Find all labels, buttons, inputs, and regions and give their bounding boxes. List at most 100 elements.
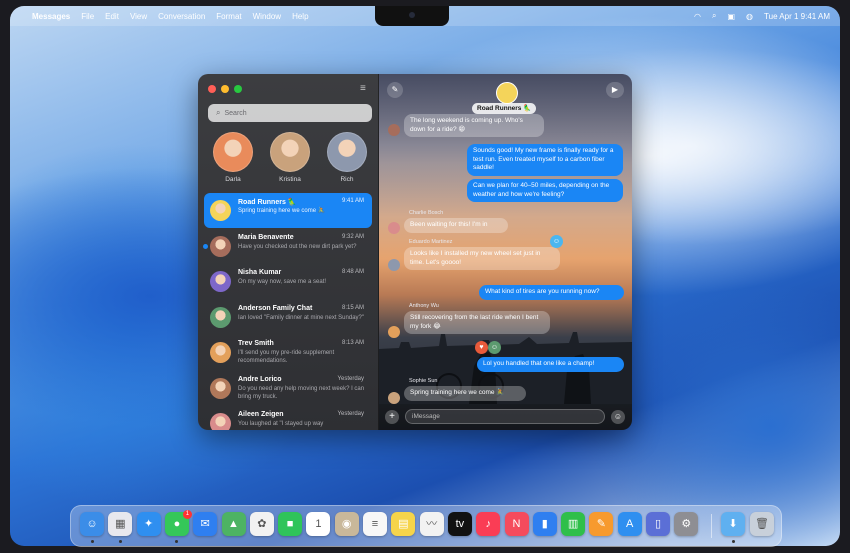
- message-bubble[interactable]: The long weekend is coming up. Who's dow…: [404, 114, 544, 137]
- group-avatar[interactable]: [496, 82, 518, 104]
- iphone-mirroring-icon[interactable]: ▯: [646, 512, 670, 536]
- app-store-icon[interactable]: A: [617, 512, 642, 536]
- message-input[interactable]: iMessage: [405, 409, 605, 424]
- apple-tv-icon[interactable]: tv: [447, 512, 472, 536]
- news-icon[interactable]: N: [504, 512, 529, 536]
- keynote-icon[interactable]: ▮: [532, 512, 557, 536]
- wifi-icon[interactable]: ◠: [694, 12, 701, 21]
- maps-icon[interactable]: ▲: [221, 512, 246, 536]
- finder-icon[interactable]: ☺: [80, 512, 104, 536]
- menu-view[interactable]: View: [130, 12, 147, 21]
- video-call-icon[interactable]: ▶: [606, 82, 624, 98]
- message-bubble[interactable]: Can we plan for 40–50 miles, depending o…: [467, 179, 623, 202]
- conversation-time: 8:13 AM: [341, 340, 364, 346]
- menu-window[interactable]: Window: [253, 12, 281, 21]
- launchpad-icon[interactable]: ▦: [108, 512, 133, 536]
- chat-pane: ✎ ▶ Road Runners 🦜 The long weekend is c…: [379, 74, 632, 430]
- mail-icon[interactable]: ✉: [193, 512, 218, 536]
- avatar: [210, 413, 231, 430]
- message-bubble[interactable]: Spring training here we come 🚴: [404, 386, 526, 401]
- filter-icon[interactable]: ≡: [360, 83, 366, 94]
- compose-icon[interactable]: ✎: [387, 82, 403, 98]
- sender-avatar: [388, 222, 400, 234]
- conversation-preview: Do you need any help moving next week? I…: [238, 385, 365, 400]
- pinned-contact[interactable]: Kristina: [265, 132, 315, 183]
- search-input[interactable]: ⌕ Search: [208, 104, 372, 122]
- dock-glyph: ✉: [200, 518, 210, 530]
- pages-icon[interactable]: ✎: [589, 512, 614, 536]
- unread-indicator: [203, 243, 208, 249]
- dock-glyph: N: [512, 518, 521, 530]
- dock-glyph: 〰: [426, 518, 438, 530]
- dock: ☺ ▦ ✦ ● 1 ✉ ▲ ✿ ■ 1 ◉ ≡ ▤ 〰 tv ♪ N ▮ ▥ ✎ A ▯ ⚙ ⬇ 🗑: [70, 505, 782, 547]
- close-button[interactable]: [208, 85, 216, 93]
- conversation-time: 8:48 AM: [341, 269, 364, 275]
- trash-icon[interactable]: 🗑: [750, 512, 774, 536]
- menu-clock[interactable]: Tue Apr 1 9:41 AM: [764, 12, 830, 21]
- system-settings-icon[interactable]: ⚙: [674, 512, 699, 536]
- dock-glyph: ☺: [86, 518, 98, 530]
- sender-name: Eduardo Martinez: [409, 239, 453, 245]
- calendar-icon[interactable]: 1: [306, 512, 331, 536]
- pinned-contact[interactable]: Darla: [208, 132, 258, 183]
- control-center-icon[interactable]: ▣: [727, 12, 735, 21]
- conversation-sidebar: ≡ ⌕ Search Darla Kristina Rich Road Runn…: [198, 74, 379, 430]
- message-bubble[interactable]: Looks like I installed my new wheel set …: [404, 247, 560, 270]
- notes-icon[interactable]: ▤: [391, 512, 416, 536]
- conversation-item[interactable]: Anderson Family Chat 8:15 AM Ian loved "Fa…: [204, 300, 372, 335]
- dock-glyph: ⚙: [681, 518, 692, 530]
- menu-file[interactable]: File: [81, 12, 94, 21]
- message-bubble[interactable]: Been waiting for this! I'm in: [404, 218, 508, 233]
- menu-edit[interactable]: Edit: [105, 12, 119, 21]
- conversation-item[interactable]: Trev Smith 8:13 AM I'll send you my pre-ri…: [204, 335, 372, 370]
- dock-glyph: ♪: [485, 518, 491, 530]
- sender-avatar: [388, 392, 400, 404]
- dock-glyph: 1: [315, 518, 322, 530]
- freeform-icon[interactable]: 〰: [419, 512, 444, 536]
- music-icon[interactable]: ♪: [476, 512, 501, 536]
- dock-glyph: ✦: [143, 518, 154, 530]
- tapback-icon: ☺: [550, 235, 563, 248]
- zoom-button[interactable]: [234, 85, 242, 93]
- message-bubble[interactable]: Still recovering from the last ride when…: [404, 311, 550, 334]
- conversation-name: Maria Benavente: [238, 233, 294, 241]
- camera-notch: [375, 6, 449, 26]
- avatar: [210, 377, 231, 399]
- contacts-icon[interactable]: ◉: [334, 512, 359, 536]
- dock-glyph: ●: [173, 518, 181, 530]
- dock-glyph: ✿: [257, 518, 267, 530]
- sender-name: Anthony Wu: [409, 303, 439, 309]
- conversation-name: Nisha Kumar: [238, 269, 282, 276]
- numbers-icon[interactable]: ▥: [561, 512, 586, 536]
- pinned-contact[interactable]: Rich: [322, 132, 372, 183]
- spotlight-search-icon[interactable]: ⌕: [712, 11, 716, 21]
- minimize-button[interactable]: [221, 85, 229, 93]
- message-bubble[interactable]: What kind of tires are you running now?: [479, 285, 624, 300]
- reminders-icon[interactable]: ≡: [363, 512, 387, 536]
- emoji-icon[interactable]: ☺: [611, 410, 625, 424]
- search-icon: ⌕: [216, 108, 221, 117]
- chat-title[interactable]: Road Runners 🦜: [472, 103, 537, 114]
- conversation-item[interactable]: Aileen Zeigen Yesterday You laughed at "I …: [204, 406, 372, 430]
- messages-window: ≡ ⌕ Search Darla Kristina Rich Road Runn…: [198, 74, 632, 430]
- menu-app-name[interactable]: Messages: [32, 12, 70, 21]
- add-attachment-button[interactable]: +: [385, 410, 399, 424]
- conversation-item[interactable]: Nisha Kumar 8:48 AM On my way now, save me…: [204, 264, 372, 299]
- safari-icon[interactable]: ✦: [136, 512, 161, 536]
- sender-name: Sophie Sun: [409, 378, 438, 384]
- conversation-item[interactable]: Maria Benavente 9:32 AM Have you checked o…: [203, 229, 372, 264]
- menu-format[interactable]: Format: [216, 12, 241, 21]
- downloads-folder-icon[interactable]: ⬇: [721, 512, 745, 536]
- menu-conversation[interactable]: Conversation: [158, 12, 205, 21]
- message-bubble[interactable]: Sounds good! My new frame is finally rea…: [467, 144, 623, 176]
- pinned-contact-name: Kristina: [279, 176, 301, 183]
- conversation-item[interactable]: Road Runners 🦜 9:41 AM Spring training her…: [204, 193, 372, 228]
- messages-icon[interactable]: ● 1: [164, 510, 192, 536]
- sender-avatar: [388, 259, 400, 271]
- menu-help[interactable]: Help: [292, 12, 308, 21]
- photos-icon[interactable]: ✿: [249, 512, 274, 536]
- siri-icon[interactable]: ◍: [746, 12, 753, 21]
- facetime-icon[interactable]: ■: [278, 512, 303, 536]
- conversation-item[interactable]: Andre Lorico Yesterday Do you need any hel…: [204, 371, 372, 406]
- message-bubble[interactable]: Lol you handled that one like a champ!: [477, 357, 624, 372]
